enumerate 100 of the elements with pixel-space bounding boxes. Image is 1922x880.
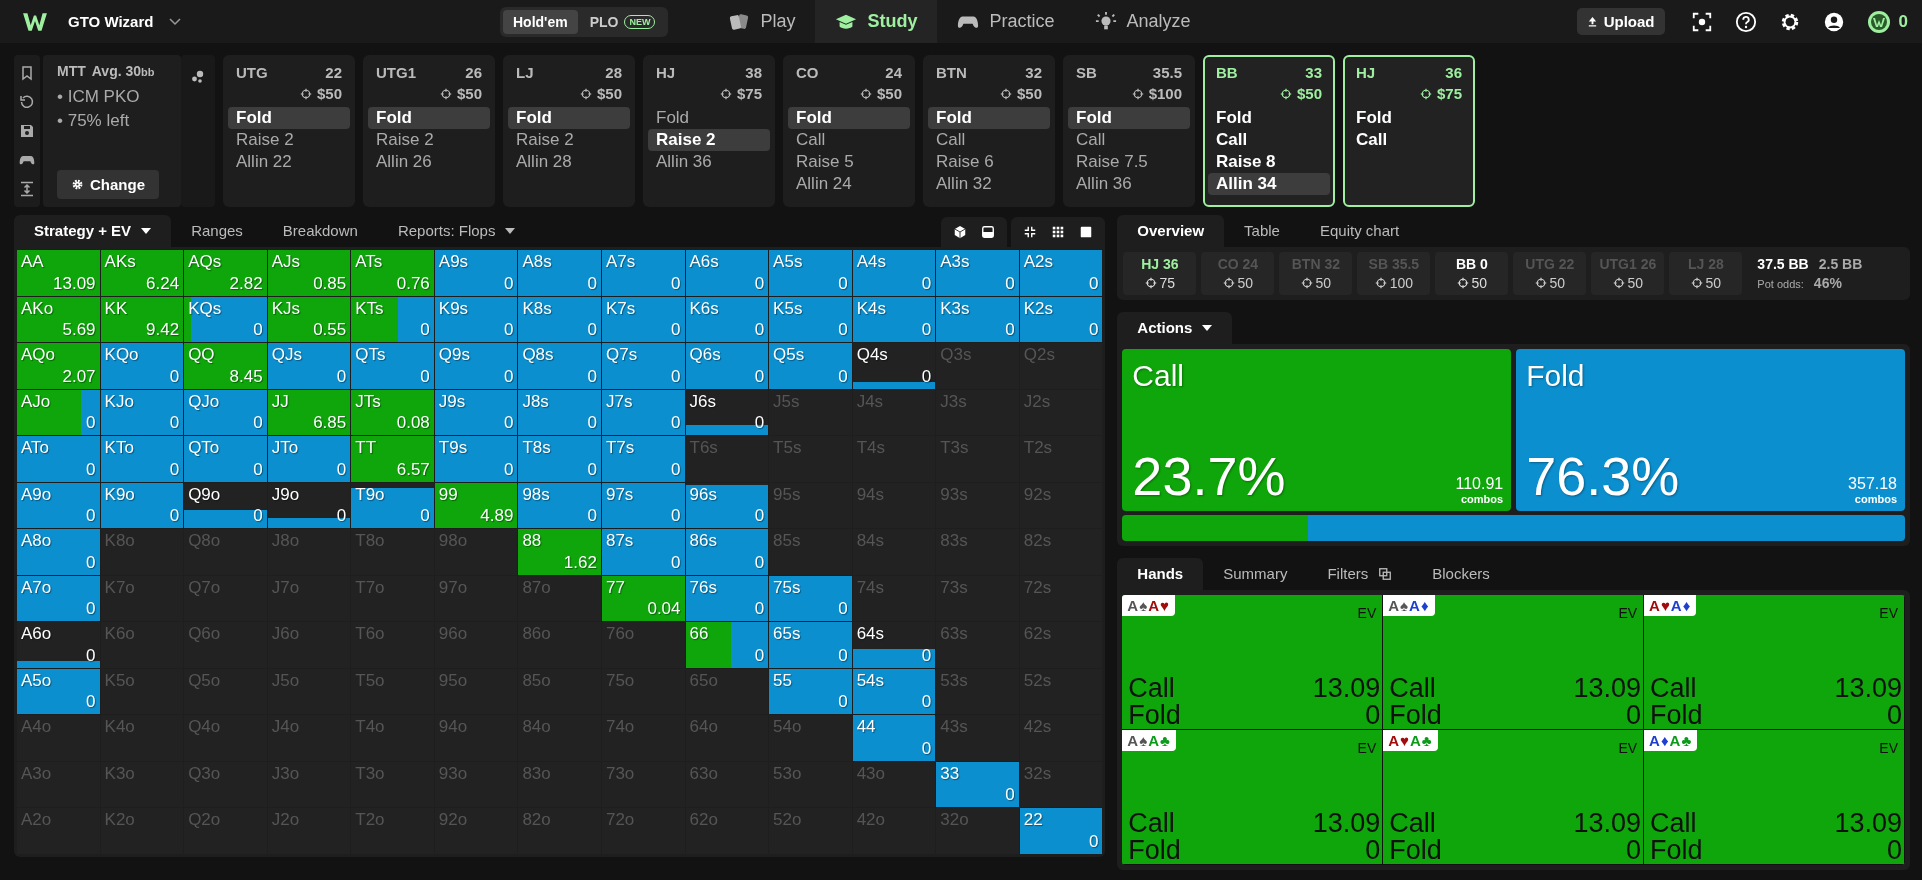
action-option[interactable]: Raise 8: [1208, 151, 1330, 173]
hand-cell[interactable]: J7s 0: [601, 389, 685, 435]
panel-tab[interactable]: Table: [1224, 215, 1300, 247]
hand-cell[interactable]: 76s 0: [685, 575, 769, 621]
action-option[interactable]: Allin 24: [788, 173, 910, 195]
panel-tab[interactable]: Overview: [1117, 215, 1225, 247]
hand-cell[interactable]: AQo 2.07: [17, 343, 100, 389]
hand-cell[interactable]: TT 6.57: [351, 436, 434, 482]
action-option[interactable]: Raise 2: [648, 129, 770, 151]
logo-icon[interactable]: [22, 10, 48, 33]
square-icon[interactable]: [1079, 225, 1094, 239]
position-card[interactable]: HJ 36 $75 Fold Call: [1343, 55, 1475, 207]
hands-tab[interactable]: Filters: [1307, 558, 1413, 590]
hand-card[interactable]: A♠A♦ EV Call 13.09 Fold 0: [1383, 595, 1645, 730]
hand-cell[interactable]: K2s 0: [1019, 296, 1103, 342]
nav-tab[interactable]: Analyze: [1074, 0, 1211, 43]
hand-cell[interactable]: QTs 0: [351, 343, 434, 389]
game-option[interactable]: PLO NEW: [579, 9, 666, 34]
action-option[interactable]: Allin 32: [928, 173, 1050, 195]
hand-cell[interactable]: QTo 0: [184, 436, 267, 482]
action-option[interactable]: Allin 36: [1068, 173, 1190, 195]
hand-cell[interactable]: 77 0.04: [601, 575, 685, 621]
save-icon[interactable]: [19, 123, 35, 139]
hand-cell[interactable]: 64s 0: [852, 622, 936, 668]
position-card[interactable]: HJ 38 $75 Fold Raise 2 Allin 36: [643, 55, 775, 207]
view-tab[interactable]: Ranges: [171, 215, 263, 247]
action-option[interactable]: Fold: [928, 107, 1050, 129]
hand-cell[interactable]: J8s 0: [518, 389, 601, 435]
action-option[interactable]: Call: [1068, 129, 1190, 151]
action-option[interactable]: Fold: [508, 107, 630, 129]
hand-cell[interactable]: J9s 0: [434, 389, 518, 435]
seat-chip[interactable]: BB 0 50: [1435, 252, 1509, 295]
hand-cell[interactable]: K8s 0: [518, 296, 601, 342]
seat-chip[interactable]: HJ 36 75: [1123, 252, 1197, 295]
grid-icon[interactable]: [1051, 225, 1066, 239]
focus-icon[interactable]: [1690, 10, 1713, 33]
action-summary[interactable]: Call 23.7% 110.91 combos: [1122, 349, 1512, 511]
refresh-icon[interactable]: [19, 94, 35, 111]
hand-cell[interactable]: 33 0: [936, 761, 1019, 807]
hand-cell[interactable]: 87s 0: [601, 529, 685, 575]
hand-cell[interactable]: 75s 0: [769, 575, 852, 621]
hand-cell[interactable]: JTs 0.08: [351, 389, 434, 435]
position-card[interactable]: LJ 28 $50 Fold Raise 2 Allin 28: [503, 55, 635, 207]
hand-cell[interactable]: KK 9.42: [100, 296, 184, 342]
cube-icon[interactable]: [953, 225, 968, 239]
hand-cell[interactable]: AJs 0.85: [267, 250, 351, 296]
action-option[interactable]: Raise 6: [928, 151, 1050, 173]
split-square-icon[interactable]: [981, 225, 996, 239]
hand-cell[interactable]: Q7s 0: [601, 343, 685, 389]
bookmark-icon[interactable]: [19, 65, 35, 82]
action-option[interactable]: Allin 28: [508, 151, 630, 173]
hand-cell[interactable]: K7s 0: [601, 296, 685, 342]
hand-cell[interactable]: JTo 0: [267, 436, 351, 482]
action-option[interactable]: Call: [788, 129, 910, 151]
hand-cell[interactable]: T8s 0: [518, 436, 601, 482]
hands-tab[interactable]: Blockers: [1412, 558, 1510, 590]
hand-cell[interactable]: K5s 0: [769, 296, 852, 342]
action-summary[interactable]: Fold 76.3% 357.18 combos: [1516, 349, 1905, 511]
hands-tab[interactable]: Summary: [1203, 558, 1308, 590]
hand-cell[interactable]: A7s 0: [601, 250, 685, 296]
hand-card[interactable]: A♠A♥ EV Call 13.09 Fold 0: [1122, 595, 1384, 730]
hand-cell[interactable]: Q9s 0: [434, 343, 518, 389]
hand-card[interactable]: A♥A♣ EV Call 13.09 Fold 0: [1383, 730, 1645, 865]
action-option[interactable]: Raise 5: [788, 151, 910, 173]
view-tab[interactable]: Breakdown: [262, 215, 378, 247]
hand-cell[interactable]: AJo 0: [17, 389, 100, 435]
hand-cell[interactable]: Q4s 0: [852, 343, 936, 389]
hand-cell[interactable]: KJo 0: [100, 389, 184, 435]
hand-cell[interactable]: K3s 0: [936, 296, 1019, 342]
change-button[interactable]: Change: [57, 170, 159, 199]
hand-cell[interactable]: 98s 0: [518, 482, 601, 528]
hand-cell[interactable]: 22 0: [1019, 808, 1103, 854]
hand-cell[interactable]: Q6s 0: [685, 343, 769, 389]
action-option[interactable]: Allin 34: [1208, 173, 1330, 195]
hand-cell[interactable]: T9o 0: [351, 482, 434, 528]
hand-cell[interactable]: A6s 0: [685, 250, 769, 296]
hands-tab[interactable]: Hands: [1117, 558, 1204, 590]
action-option[interactable]: Call: [928, 129, 1050, 151]
hand-cell[interactable]: K9s 0: [434, 296, 518, 342]
hand-cell[interactable]: 55 0: [769, 668, 852, 714]
action-option[interactable]: Fold: [788, 107, 910, 129]
hand-card[interactable]: A♠A♣ EV Call 13.09 Fold 0: [1122, 730, 1384, 865]
nodes-icon[interactable]: [190, 69, 206, 85]
position-card[interactable]: UTG 22 $50 Fold Raise 2 Allin 22: [223, 55, 355, 207]
hand-cell[interactable]: ATo 0: [17, 436, 100, 482]
hand-cell[interactable]: T7s 0: [601, 436, 685, 482]
hand-cell[interactable]: A3s 0: [936, 250, 1019, 296]
hand-cell[interactable]: QJo 0: [184, 389, 267, 435]
chevron-down-icon[interactable]: [169, 17, 182, 26]
action-option[interactable]: Fold: [1068, 107, 1190, 129]
hand-cell[interactable]: 66 0: [685, 622, 769, 668]
coin-icon[interactable]: [1866, 9, 1891, 34]
hand-cell[interactable]: 86s 0: [685, 529, 769, 575]
hand-cell[interactable]: Q5s 0: [769, 343, 852, 389]
position-card[interactable]: BB 33 $50 Fold Call Raise 8 Allin 34: [1203, 55, 1335, 207]
hand-cell[interactable]: AA 13.09: [17, 250, 100, 296]
hand-cell[interactable]: A5s 0: [769, 250, 852, 296]
hand-card[interactable]: A♥A♦ EV Call 13.09 Fold 0: [1644, 595, 1905, 730]
position-card[interactable]: SB 35.5 $100 Fold Call Raise 7.5 Allin 36: [1063, 55, 1195, 207]
hand-cell[interactable]: ATs 0.76: [351, 250, 434, 296]
